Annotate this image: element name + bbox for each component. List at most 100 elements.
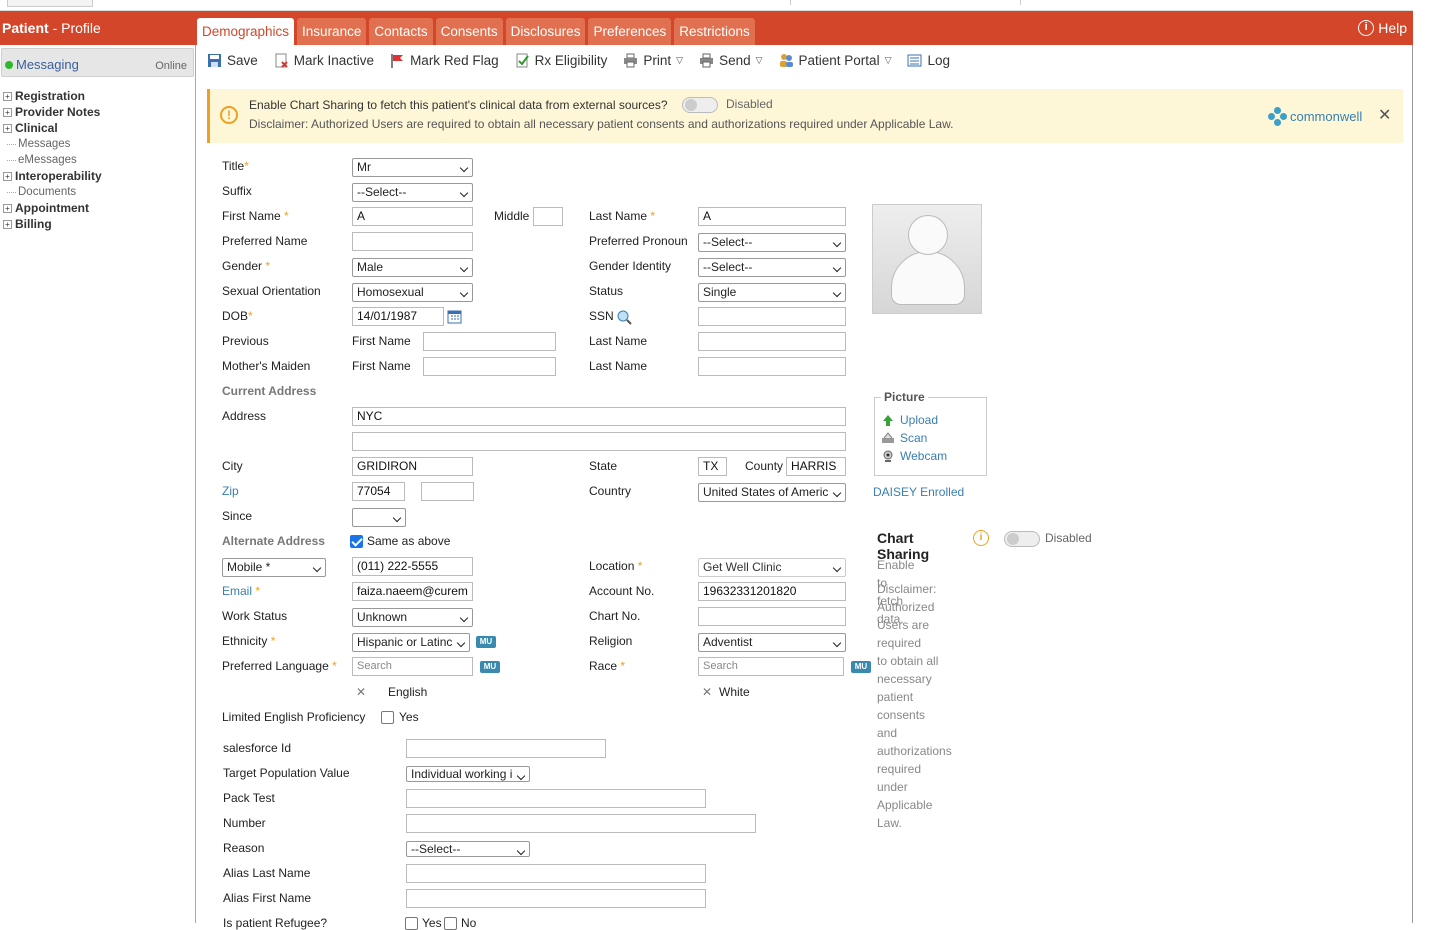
number-field[interactable]	[406, 814, 756, 833]
dob-field[interactable]: 14/01/1987	[352, 307, 444, 326]
tab-insurance[interactable]: Insurance	[297, 18, 367, 45]
expand-icon[interactable]: +	[3, 219, 12, 229]
picture-box: Picture Upload Scan Webcam	[874, 390, 987, 476]
status-label: Status	[589, 284, 624, 298]
tree-item-provider-notes[interactable]: + Provider Notes	[3, 104, 102, 120]
country-select[interactable]: United States of Americ	[698, 483, 846, 502]
state-field[interactable]: TX	[698, 457, 727, 476]
webcam-link[interactable]: Webcam	[881, 449, 947, 463]
magnifier-icon[interactable]	[617, 310, 632, 325]
rx-eligibility-button[interactable]: Rx Eligibility	[515, 53, 607, 68]
tree-item-billing[interactable]: + Billing	[3, 216, 102, 232]
remove-language-icon[interactable]: ✕	[356, 685, 366, 699]
gender-select[interactable]: Male	[352, 258, 473, 277]
expand-icon[interactable]: +	[3, 91, 12, 101]
same-as-above-checkbox[interactable]	[350, 535, 363, 548]
expand-icon[interactable]: +	[3, 171, 12, 181]
zip-ext-field[interactable]	[421, 482, 474, 501]
expand-icon[interactable]: +	[3, 203, 12, 213]
chevron-down-icon: ▽	[755, 55, 763, 65]
email-field[interactable]: faiza.naeem@curem	[352, 582, 473, 601]
upload-link[interactable]: Upload	[881, 413, 938, 427]
help-button[interactable]: i Help	[1358, 20, 1407, 36]
close-icon[interactable]: ✕	[1378, 105, 1391, 125]
tab-restrictions[interactable]: Restrictions	[674, 18, 755, 45]
print-button[interactable]: Print ▽	[623, 53, 683, 68]
expand-icon[interactable]: +	[3, 123, 12, 133]
remove-race-icon[interactable]: ✕	[702, 685, 712, 699]
previous-first-name-field[interactable]	[423, 332, 556, 351]
chart-sharing-toggle[interactable]	[1004, 531, 1040, 547]
pack-test-field[interactable]	[406, 789, 706, 808]
language-search-input[interactable]: Search	[352, 657, 473, 676]
mark-red-flag-button[interactable]: Mark Red Flag	[390, 53, 499, 68]
location-select[interactable]: Get Well Clinic	[698, 558, 846, 577]
email-label[interactable]: Email *	[222, 584, 260, 598]
phone-field[interactable]: (011) 222-5555	[352, 557, 473, 576]
tree-item-appointment[interactable]: + Appointment	[3, 200, 102, 216]
tree-item-messages[interactable]: Messages	[3, 136, 102, 152]
ethnicity-select[interactable]: Hispanic or Latinc	[352, 633, 470, 652]
phone-type-select[interactable]: Mobile *	[222, 558, 326, 577]
race-search-input[interactable]: Search	[698, 657, 844, 676]
refugee-yes-checkbox[interactable]	[405, 917, 418, 930]
messaging-bar[interactable]: Messaging Online	[1, 48, 194, 77]
ssn-field[interactable]	[698, 307, 846, 326]
preferred-pronoun-select[interactable]: --Select--	[698, 233, 846, 252]
tab-demographics[interactable]: Demographics	[197, 18, 295, 45]
mark-inactive-button[interactable]: Mark Inactive	[274, 53, 374, 68]
rx-check-icon	[516, 53, 529, 68]
tab-consents[interactable]: Consents	[435, 18, 503, 45]
tree-item-clinical[interactable]: + Clinical	[3, 120, 102, 136]
tree-item-interoperability[interactable]: + Interoperability	[3, 168, 102, 184]
account-no-field[interactable]: 19632331201820	[698, 582, 846, 601]
tree-item-registration[interactable]: + Registration	[3, 88, 102, 104]
log-button[interactable]: Log	[907, 53, 950, 68]
send-button[interactable]: Send ▽	[699, 53, 763, 68]
banner-chart-sharing-toggle[interactable]	[682, 97, 718, 113]
patient-portal-button[interactable]: Patient Portal ▽	[779, 53, 891, 68]
alias-last-name-field[interactable]	[406, 864, 706, 883]
title-select[interactable]: Mr	[352, 158, 473, 177]
address-line1-field[interactable]: NYC	[352, 407, 846, 426]
scanner-icon	[882, 431, 894, 443]
sexual-orientation-select[interactable]: Homosexual	[352, 283, 473, 302]
zip-link[interactable]: Zip	[222, 484, 239, 498]
tree-item-emessages[interactable]: eMessages	[3, 152, 102, 168]
since-select[interactable]	[352, 508, 406, 527]
first-name-field[interactable]: A	[352, 207, 473, 226]
chart-no-field[interactable]	[698, 607, 846, 626]
status-select[interactable]: Single	[698, 283, 846, 302]
previous-last-name-field[interactable]	[698, 332, 846, 351]
maiden-last-name-field[interactable]	[698, 357, 846, 376]
address-line2-field[interactable]	[352, 432, 846, 451]
suffix-select[interactable]: --Select--	[352, 183, 473, 202]
daisey-enrolled-link[interactable]: DAISEY Enrolled	[873, 485, 964, 499]
account-no-label: Account No.	[589, 584, 655, 598]
target-population-select[interactable]: Individual working i	[406, 766, 530, 782]
tree-item-documents[interactable]: Documents	[3, 184, 102, 200]
gender-identity-select[interactable]: --Select--	[698, 258, 846, 277]
reason-label: Reason	[223, 841, 265, 855]
alias-first-name-field[interactable]	[406, 889, 706, 908]
maiden-first-name-field[interactable]	[423, 357, 556, 376]
county-field[interactable]: HARRIS	[786, 457, 846, 476]
city-field[interactable]: GRIDIRON	[352, 457, 473, 476]
preferred-name-field[interactable]	[352, 232, 473, 251]
save-button[interactable]: Save	[207, 53, 258, 68]
limited-english-checkbox[interactable]	[381, 711, 394, 724]
tab-contacts[interactable]: Contacts	[369, 18, 433, 45]
scan-link[interactable]: Scan	[881, 431, 927, 445]
calendar-icon[interactable]	[447, 309, 462, 324]
work-status-select[interactable]: Unknown	[352, 608, 473, 627]
last-name-field[interactable]: A	[698, 207, 846, 226]
refugee-no-checkbox[interactable]	[444, 917, 457, 930]
zip-field[interactable]: 77054	[352, 482, 405, 501]
tab-disclosures[interactable]: Disclosures	[505, 18, 586, 45]
middle-field[interactable]	[533, 207, 563, 226]
expand-icon[interactable]: +	[3, 107, 12, 117]
tab-preferences[interactable]: Preferences	[588, 18, 672, 45]
religion-select[interactable]: Adventist	[698, 633, 846, 652]
reason-select[interactable]: --Select--	[406, 841, 530, 857]
salesforce-id-field[interactable]	[406, 739, 606, 758]
